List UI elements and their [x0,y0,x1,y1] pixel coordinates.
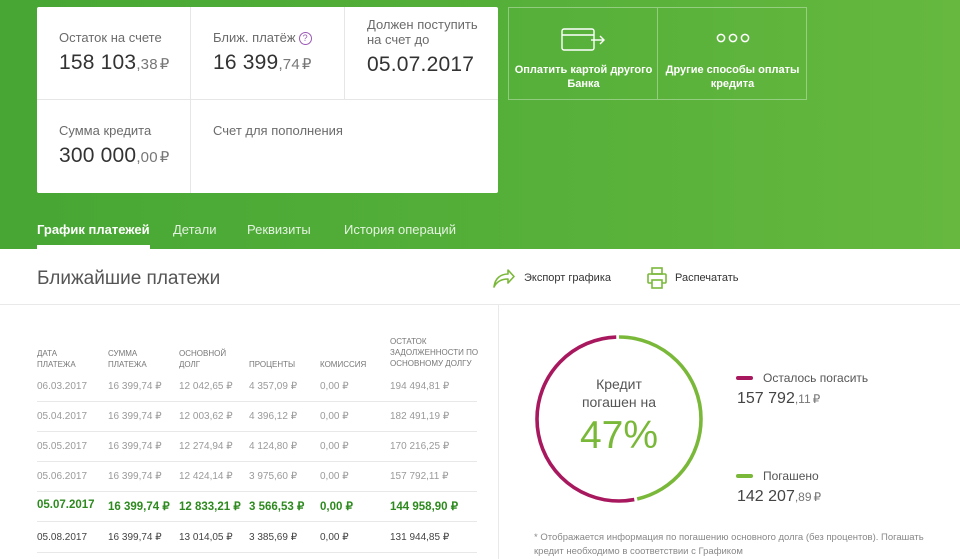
legend-paid: Погашено 142 207,89 ₽ [736,469,822,505]
due-date-value: 05.07.2017 [367,53,475,76]
table-row: 05.05.2017 16 399,74 ₽ 12 274,94 ₽ 4 124,80… [37,432,477,462]
table-cell: 0,00 ₽ [320,441,349,452]
remaining-swatch [736,376,753,380]
pay-other-bank-card-label: Оплатить картой другого Банка [514,64,653,90]
paid-amount: 142 207,89 ₽ [737,488,822,505]
balance-cell: Остаток на счете 158 103,38 ₽ [59,30,170,75]
printer-icon [647,267,667,289]
paid-swatch [736,474,753,478]
due-date-cell: Должен поступить на счет до 05.07.2017 [367,17,487,77]
col-date: ДАТА ПЛАТЕЖА [37,349,76,369]
table-cell: 12 042,65 ₽ [179,381,233,392]
table-cell: 12 833,21 ₽ [179,501,241,513]
next-payment-label: Ближ. платёж? [213,30,312,45]
table-cell: 0,00 ₽ [320,532,349,543]
balance-value: 158 103,38 ₽ [59,51,170,74]
table-cell: 05.07.2017 [37,499,95,511]
next-payment-cell: Ближ. платёж? 16 399,74 ₽ [213,30,312,75]
export-schedule-button[interactable]: Экспорт графика [492,264,611,292]
table-cell: 16 399,74 ₽ [108,471,162,482]
tab-history[interactable]: История операций [344,222,456,237]
table-row: 05.04.2017 16 399,74 ₽ 12 003,62 ₽ 4 396,12… [37,402,477,432]
table-row: 06.03.2017 16 399,74 ₽ 12 042,65 ₽ 4 357,09… [37,372,477,402]
due-date-label: Должен поступить на счет до [367,17,478,47]
col-interest: ПРОЦЕНТЫ [249,360,296,369]
share-arrow-icon [493,269,515,288]
account-header: Остаток на счете 158 103,38 ₽ Ближ. платё… [0,0,960,249]
table-cell: 4 357,09 ₽ [249,381,298,392]
print-label: Распечатать [675,272,739,284]
table-cell: 05.04.2017 [37,411,88,422]
other-payment-ways-label: Другие способы оплаты кредита [665,64,800,90]
card-arrow-icon [561,28,605,51]
table-cell: 12 003,62 ₽ [179,411,233,422]
loan-summary-card: Остаток на счете 158 103,38 ₽ Ближ. платё… [37,7,498,193]
table-cell: 05.08.2017 [37,532,88,543]
table-cell: 3 975,60 ₽ [249,471,298,482]
col-principal: ОСНОВНОЙ ДОЛГ [179,349,227,369]
balance-label: Остаток на счете [59,30,162,45]
table-cell: 16 399,74 ₽ [108,441,162,452]
tab-requisites[interactable]: Реквизиты [247,222,311,237]
table-cell: 06.03.2017 [37,381,88,392]
progress-percent: 47% [579,414,659,457]
topup-account-label: Счет для пополнения [213,123,343,138]
table-cell: 12 424,14 ₽ [179,471,233,482]
topup-account-cell: Счет для пополнения [213,123,343,138]
progress-caption: Кредит погашен на [581,376,657,410]
footnote: * Отображается информация по погашению о… [534,532,924,557]
loan-amount-label: Сумма кредита [59,123,152,138]
table-cell: 0,00 ₽ [320,501,353,513]
table-cell: 12 274,94 ₽ [179,441,233,452]
more-dots-icon [716,33,750,43]
col-commission: КОМИССИЯ [320,360,367,369]
table-cell: 144 958,90 ₽ [390,501,459,513]
table-cell: 05.06.2017 [37,471,88,482]
table-cell: 13 014,05 ₽ [179,532,233,543]
next-payment-value: 16 399,74 ₽ [213,51,312,74]
pay-options: Оплатить картой другого Банка Другие спо… [508,7,807,100]
table-cell: 0,00 ₽ [320,471,349,482]
table-cell: 194 494,81 ₽ [390,381,450,392]
tab-details[interactable]: Детали [173,222,217,237]
table-cell: 131 944,85 ₽ [390,532,450,543]
remaining-amount: 157 792,11 ₽ [737,390,821,407]
table-row: 05.06.2017 16 399,74 ₽ 12 424,14 ₽ 3 975,60… [37,462,477,492]
table-row: 05.07.2017 16 399,74 ₽ 12 833,21 ₽ 3 566,53… [37,492,477,522]
table-cell: 157 792,11 ₽ [390,471,449,482]
table-cell: 170 216,25 ₽ [390,441,450,452]
tab-schedule[interactable]: График платежей [37,222,150,249]
other-payment-ways-button[interactable]: Другие способы оплаты кредита [658,8,807,99]
table-cell: 0,00 ₽ [320,411,349,422]
table-row: 05.08.2017 16 399,74 ₽ 13 014,05 ₽ 3 385,69… [37,523,477,553]
col-remaining-debt: ОСТАТОК ЗАДОЛЖЕННОСТИ ПО ОСНОВНОМУ ДОЛГУ [390,337,479,368]
table-cell: 16 399,74 ₽ [108,501,170,513]
table-cell: 0,00 ₽ [320,381,349,392]
table-cell: 16 399,74 ₽ [108,381,162,392]
print-button[interactable]: Распечатать [647,264,738,292]
table-cell: 16 399,74 ₽ [108,411,162,422]
table-cell: 3 566,53 ₽ [249,501,305,513]
help-icon[interactable]: ? [298,32,312,45]
col-amount: СУММА ПЛАТЕЖА [108,349,147,369]
table-cell: 16 399,74 ₽ [108,532,162,543]
table-cell: 4 124,80 ₽ [249,441,298,452]
section-title: Ближайшие платежи [37,268,221,289]
loan-amount-cell: Сумма кредита 300 000,00 ₽ [59,123,170,168]
table-cell: 05.05.2017 [37,441,88,452]
legend-remaining: Осталось погасить 157 792,11 ₽ [736,371,869,407]
export-schedule-label: Экспорт графика [524,272,612,284]
table-cell: 182 491,19 ₽ [390,411,450,422]
table-header: ДАТА ПЛАТЕЖА СУММА ПЛАТЕЖА ОСНОВНОЙ ДОЛГ… [37,336,478,376]
table-cell: 3 385,69 ₽ [249,532,298,543]
loan-amount-value: 300 000,00 ₽ [59,144,170,167]
pay-other-bank-card-button[interactable]: Оплатить картой другого Банка [509,8,658,99]
table-cell: 4 396,12 ₽ [249,411,298,422]
